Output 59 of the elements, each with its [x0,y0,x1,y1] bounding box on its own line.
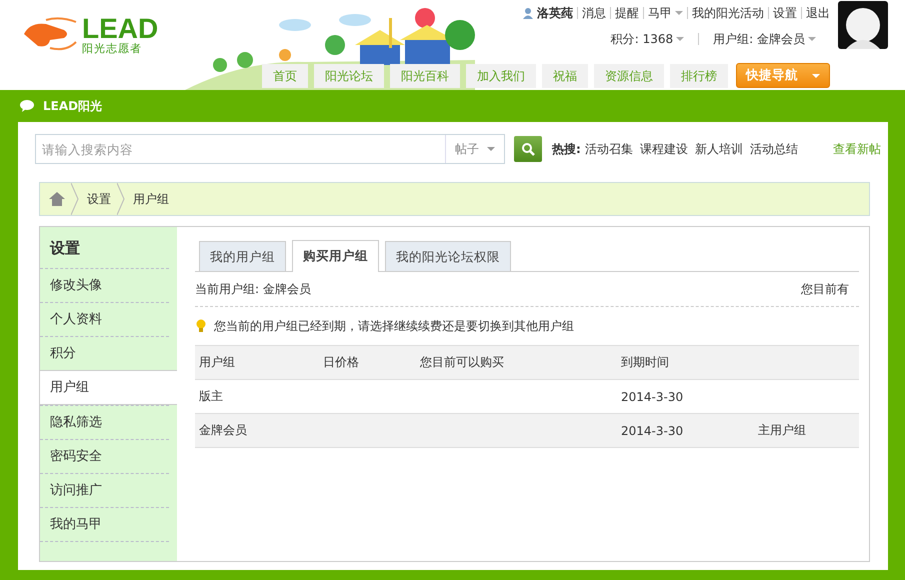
table-cell-text: 版主 [198,388,224,405]
hot-search-link[interactable]: 课程建设 [640,140,688,158]
header-link[interactable]: 提醒 [615,4,639,22]
section-title: LEAD阳光 [43,98,102,114]
avatar[interactable] [838,1,888,49]
breadcrumb-link[interactable]: 用户组 [133,190,169,208]
search-icon [521,142,535,156]
dropdown-link[interactable]: 马甲 [648,4,683,22]
sidebar-item[interactable]: 隐私筛选 [40,405,169,439]
search-field[interactable]: 请输入搜索内容 帖子 [35,134,505,164]
sidebar-item[interactable]: 修改头像 [40,268,169,302]
search-button[interactable] [514,136,542,162]
hot-search-link[interactable]: 活动召集 [584,140,633,158]
hot-search-link[interactable]: 活动总结 [750,140,798,158]
column-header: 日价格 [322,354,360,371]
caret-icon [808,37,816,41]
logo-subtitle: 阳光志愿者 [82,42,143,54]
sidebar-item[interactable]: 密码安全 [40,439,169,473]
notice-text: 您当前的用户组已经到期，请选择继续续费还是要切换到其他用户组 [214,318,574,334]
sidebar-item[interactable]: 访问推广 [40,473,169,507]
tab[interactable]: 购买用户组 [292,240,379,272]
logo[interactable]: LEAD 阳光志愿者 [20,14,158,54]
caret-icon [676,37,684,41]
sidebar-title: 设置 [48,238,81,259]
hot-search-link[interactable]: 新人培训 [694,140,743,158]
chat-icon [20,100,34,112]
home-icon[interactable] [49,192,65,206]
tab[interactable]: 我的用户组 [199,241,286,271]
table-cell-text: 2014-3-30 [620,424,684,438]
caret-icon [812,74,820,78]
chevron-icon [117,183,125,215]
header-link[interactable]: 设置 [773,4,797,22]
tab[interactable]: 我的阳光论坛权限 [385,241,511,271]
user-group-link[interactable]: 用户组: 金牌会员 [713,30,816,48]
current-group-text: 当前用户组: 金牌会员 [195,280,311,298]
lightbulb-icon [196,319,206,333]
logo-title: LEAD [82,14,158,42]
table-cell-text: 2014-3-30 [620,390,684,404]
sidebar-item[interactable]: 我的马甲 [40,507,169,542]
current-right-text: 您目前有 [801,280,849,298]
breadcrumb-link[interactable]: 设置 [87,190,111,208]
sidebar-item[interactable]: 个人资料 [40,302,169,336]
caret-icon [487,147,495,151]
sidebar-item[interactable]: 用户组 [40,370,177,405]
header-link[interactable]: 退出 [806,4,830,22]
user-icon [522,7,534,19]
username-link[interactable]: 洛英莼 [522,4,573,22]
header-link[interactable]: 我的阳光活动 [692,4,764,22]
chevron-icon [71,183,79,215]
table-cell-text: 金牌会员 [198,422,248,439]
hot-search-label: 热搜: [552,140,581,158]
table-cell-text: 主用户组 [757,422,807,439]
column-header: 用户组 [198,354,236,371]
points-link[interactable]: 积分: 1368 [610,30,684,48]
search-type-dropdown[interactable]: 帖子 [445,135,504,163]
caret-icon [675,11,683,15]
column-header: 到期时间 [620,354,670,371]
header-link[interactable]: 消息 [582,4,606,22]
column-header: 您目前可以购买 [419,354,505,371]
